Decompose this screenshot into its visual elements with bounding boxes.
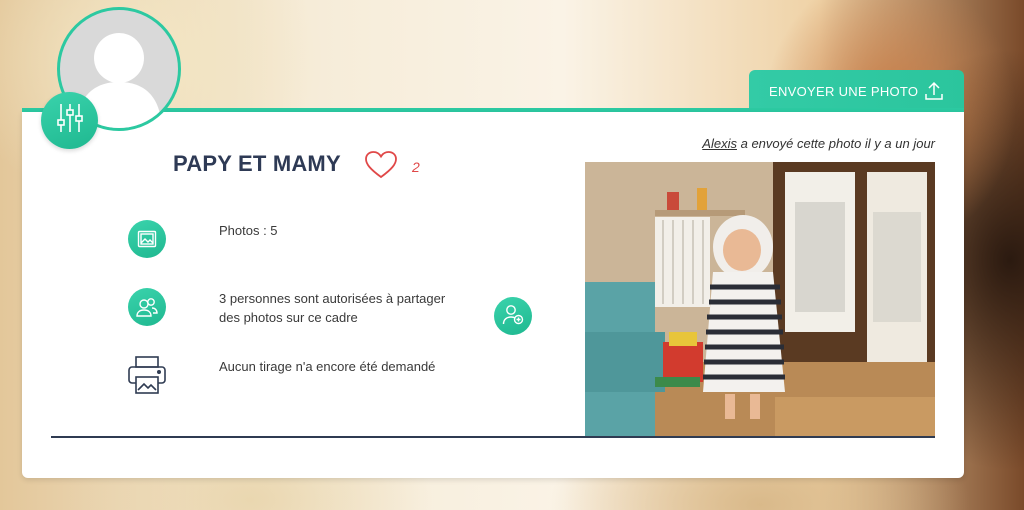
- shared-users-line2: des photos sur ce cadre: [219, 310, 358, 325]
- sender-link[interactable]: Alexis: [702, 136, 737, 151]
- printer-icon: [127, 355, 167, 400]
- send-photo-button[interactable]: ENVOYER UNE PHOTO: [749, 70, 964, 112]
- image-icon: [128, 220, 166, 258]
- latest-photo[interactable]: [585, 162, 935, 438]
- users-icon: [128, 288, 166, 326]
- upload-icon: [924, 81, 944, 104]
- shared-users-text: 3 personnes sont autorisées à partager d…: [219, 289, 445, 327]
- like-count: 2: [412, 159, 420, 175]
- add-user-icon: [502, 303, 524, 330]
- settings-button[interactable]: [41, 92, 98, 149]
- send-photo-label: ENVOYER UNE PHOTO: [769, 83, 919, 99]
- frame-title: PAPY ET MAMY: [173, 151, 341, 176]
- heart-icon[interactable]: [364, 150, 398, 185]
- shared-users-line1: 3 personnes sont autorisées à partager: [219, 291, 446, 306]
- divider: [51, 436, 935, 438]
- sliders-icon: [56, 102, 84, 139]
- add-user-button[interactable]: [494, 297, 532, 335]
- last-photo-caption: Alexis a envoyé cette photo il y a un jo…: [702, 136, 935, 151]
- photos-count: Photos : 5: [219, 223, 278, 238]
- prints-status: Aucun tirage n'a encore été demandé: [219, 359, 436, 374]
- caption-text: a envoyé cette photo il y a un jour: [736, 136, 935, 151]
